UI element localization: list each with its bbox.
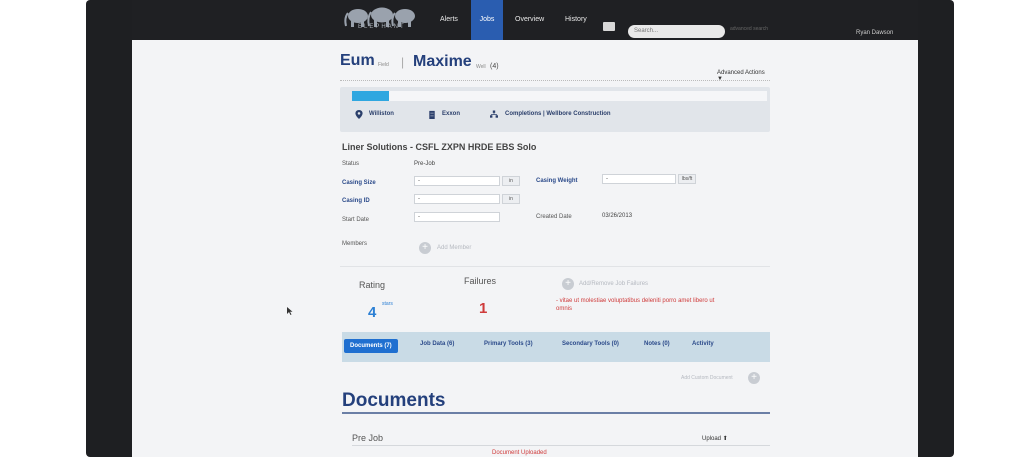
job-progress-bar: [352, 91, 767, 101]
status-label: Status: [342, 161, 360, 167]
failures-value: 1: [479, 300, 488, 317]
job-progress-fill: [352, 91, 390, 101]
casing-weight-input[interactable]: -: [602, 174, 676, 184]
casing-id-label: Casing ID: [342, 198, 370, 204]
nav-history[interactable]: History: [565, 0, 587, 40]
mouse-cursor-icon: [287, 307, 293, 315]
add-member-icon[interactable]: +: [419, 242, 431, 254]
nav-alerts[interactable]: Alerts: [440, 0, 458, 40]
casing-size-label: Casing Size: [342, 180, 376, 186]
rating-label: Rating: [359, 280, 386, 290]
tab-job-data[interactable]: Job Data (6): [420, 341, 454, 347]
advanced-search-link[interactable]: advanced search: [730, 26, 768, 33]
failures-label: Failures: [464, 276, 497, 286]
pre-job-section-title: Pre Job: [352, 433, 384, 443]
title-divider: [340, 80, 770, 81]
casing-weight-unit: lbs/ft: [678, 174, 696, 184]
start-date-label: Start Date: [342, 217, 370, 223]
title-separator: |: [401, 55, 405, 69]
add-remove-failures-button[interactable]: Add/Remove Job Failures: [579, 281, 648, 287]
documents-heading: Documents: [342, 390, 446, 411]
details-divider: [340, 266, 770, 267]
tab-primary-tools[interactable]: Primary Tools (3): [484, 341, 533, 347]
add-custom-document-button[interactable]: Add Custom Document: [681, 375, 733, 381]
status-value: Pre-Job: [414, 161, 436, 167]
location-panel: Williston Exxon Completions | Wellbore C…: [340, 87, 770, 132]
nav-overview[interactable]: Overview: [515, 0, 544, 40]
created-date-value: 03/26/2013: [602, 213, 633, 219]
document-uploaded-note: Document Uploaded: [492, 450, 547, 456]
building-icon: [429, 110, 435, 119]
job-title: Liner Solutions - CSFL ZXPN HRDE EBS Sol…: [342, 142, 537, 152]
pre-job-divider: [352, 445, 770, 446]
casing-id-input[interactable]: -: [414, 194, 500, 204]
tab-notes[interactable]: Notes (0): [644, 341, 670, 347]
well-name[interactable]: Maxime: [413, 53, 472, 71]
created-date-label: Created Date: [536, 214, 572, 220]
casing-id-unit: in: [502, 194, 520, 204]
well-tag: Well: [476, 64, 486, 70]
casing-size-unit: in: [502, 176, 520, 186]
rating-value: 4: [368, 304, 377, 321]
top-nav: ELEPHANT Alerts Jobs Overview History Se…: [132, 0, 918, 40]
upload-button[interactable]: Upload ⬆: [702, 435, 728, 442]
search-input[interactable]: Search...: [628, 25, 725, 38]
logo-wordmark: ELEPHANT: [358, 24, 406, 30]
add-document-icon[interactable]: +: [748, 372, 760, 384]
casing-size-input[interactable]: -: [414, 176, 500, 186]
tab-activity[interactable]: Activity: [692, 341, 714, 347]
job-tabs: Documents (7) Job Data (6) Primary Tools…: [342, 332, 770, 362]
stars-label: stars: [382, 301, 393, 307]
nav-jobs[interactable]: Jobs: [471, 0, 503, 40]
org-chart-icon: [490, 110, 498, 118]
field-name[interactable]: Eum: [340, 52, 375, 70]
user-name[interactable]: Ryan Dawson: [856, 30, 893, 36]
field-tag: Field: [378, 62, 389, 68]
failure-message: - vitae ut molestiae voluptatibus deleni…: [556, 298, 715, 312]
location-service[interactable]: Completions | Wellbore Construction: [505, 111, 611, 117]
page-title: Eum Field | Maxime Well (4) Advanced Act…: [340, 52, 770, 82]
app-screen: ELEPHANT Alerts Jobs Overview History Se…: [132, 0, 918, 457]
add-member-button[interactable]: Add Member: [437, 245, 471, 251]
add-failures-icon[interactable]: +: [562, 278, 574, 290]
chat-icon[interactable]: [603, 22, 615, 31]
location-company[interactable]: Exxon: [442, 111, 460, 117]
well-count: (4): [490, 63, 499, 70]
tab-documents[interactable]: Documents (7): [344, 339, 398, 353]
location-city[interactable]: Williston: [369, 111, 394, 117]
members-label: Members: [342, 241, 368, 247]
map-pin-icon: [355, 110, 363, 119]
tab-secondary-tools[interactable]: Secondary Tools (0): [562, 341, 619, 347]
documents-divider: [342, 412, 770, 414]
start-date-input[interactable]: -: [414, 212, 500, 222]
casing-weight-label: Casing Weight: [536, 178, 578, 184]
